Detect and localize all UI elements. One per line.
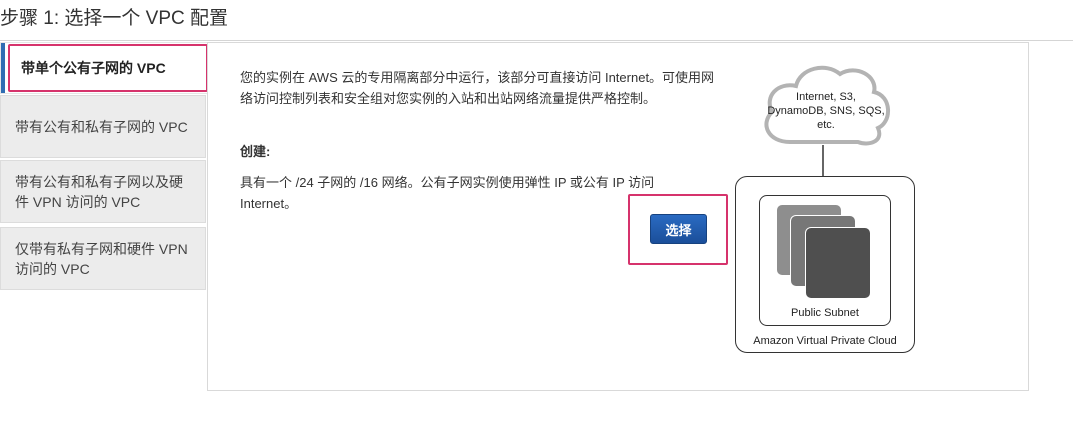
vpc-wizard-page: 步骤 1: 选择一个 VPC 配置 带单个公有子网的 VPC 带有公有和私有子网… [0, 0, 1073, 443]
instance-icon [805, 227, 871, 299]
vpc-label: Amazon Virtual Private Cloud [753, 335, 897, 347]
cloud-label: Internet, S3, DynamoDB, SNS, SQS, etc. [767, 91, 885, 131]
subnet-label: Public Subnet [791, 307, 859, 319]
